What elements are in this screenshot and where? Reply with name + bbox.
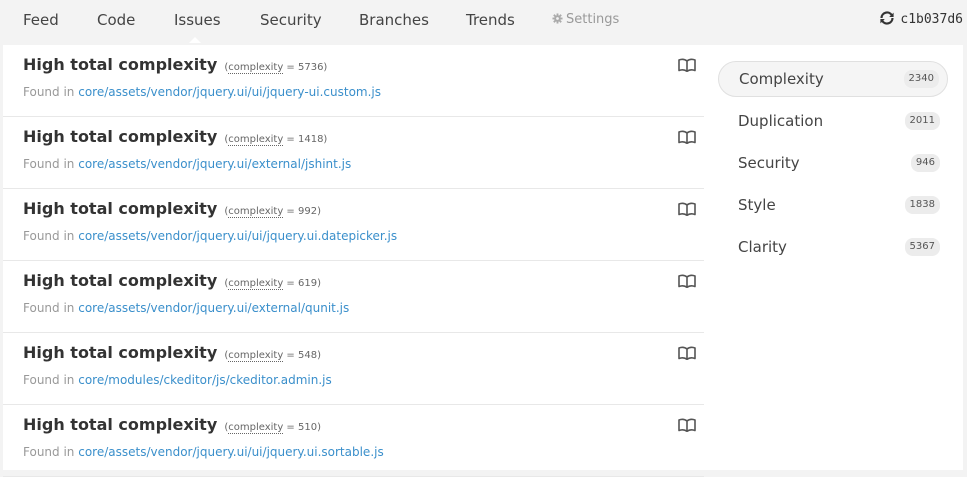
- issue-title: High total complexity (complexity = 1418…: [23, 127, 327, 146]
- category-sidebar: Complexity 2340 Duplication 2011 Securit…: [718, 61, 948, 271]
- count-badge: 946: [910, 154, 940, 172]
- issue-row[interactable]: High total complexity (complexity = 1418…: [3, 117, 704, 189]
- found-label: Found in: [23, 445, 79, 459]
- found-label: Found in: [23, 373, 79, 387]
- issue-row[interactable]: High total complexity (complexity = 510)…: [3, 405, 704, 477]
- count-badge: 2011: [904, 112, 940, 130]
- issue-row[interactable]: High total complexity (complexity = 619)…: [3, 261, 704, 333]
- issue-row[interactable]: High total complexity (complexity = 5736…: [3, 45, 704, 117]
- issue-location: Found in core/assets/vendor/jquery.ui/ui…: [23, 445, 384, 459]
- issue-location: Found in core/modules/ckeditor/js/ckedit…: [23, 373, 332, 387]
- issue-location: Found in core/assets/vendor/jquery.ui/ui…: [23, 85, 381, 99]
- nav-issues[interactable]: Issues: [174, 0, 221, 42]
- category-security[interactable]: Security 946: [718, 145, 948, 181]
- issue-title: High total complexity (complexity = 5736…: [23, 55, 327, 74]
- issue-name: High total complexity: [23, 271, 218, 290]
- metric-key: complexity: [228, 62, 284, 74]
- gear-icon: [552, 13, 563, 24]
- file-path-link[interactable]: core/assets/vendor/jquery.ui/external/qu…: [78, 301, 349, 315]
- count-badge: 1838: [904, 196, 940, 214]
- category-complexity[interactable]: Complexity 2340: [718, 61, 948, 97]
- issue-name: High total complexity: [23, 55, 218, 74]
- book-icon[interactable]: [678, 346, 696, 360]
- issue-name: High total complexity: [23, 199, 218, 218]
- nav-branches[interactable]: Branches: [359, 0, 429, 42]
- issue-title: High total complexity (complexity = 619): [23, 271, 321, 290]
- metric-key: complexity: [228, 134, 284, 146]
- issue-title: High total complexity (complexity = 548): [23, 343, 321, 362]
- category-label: Security: [738, 154, 800, 172]
- count-badge: 5367: [904, 238, 940, 256]
- metric-key: complexity: [228, 350, 284, 362]
- settings-label: Settings: [566, 12, 620, 27]
- issues-panel: High total complexity (complexity = 5736…: [3, 45, 963, 477]
- metric-value: = 548): [283, 350, 321, 361]
- nav-security[interactable]: Security: [260, 0, 322, 42]
- issue-title: High total complexity (complexity = 510): [23, 415, 321, 434]
- issue-metric: (complexity = 5736): [224, 62, 328, 74]
- metric-value: = 992): [283, 206, 321, 217]
- commit-selector[interactable]: c1b037d6: [879, 0, 963, 42]
- metric-key: complexity: [228, 206, 284, 218]
- book-icon[interactable]: [678, 202, 696, 216]
- category-duplication[interactable]: Duplication 2011: [718, 103, 948, 139]
- category-label: Style: [738, 196, 776, 214]
- found-label: Found in: [23, 157, 79, 171]
- category-label: Duplication: [738, 112, 824, 130]
- metric-value: = 619): [283, 278, 321, 289]
- found-label: Found in: [23, 85, 79, 99]
- issue-location: Found in core/assets/vendor/jquery.ui/ui…: [23, 229, 397, 243]
- nav-trends[interactable]: Trends: [466, 0, 515, 42]
- found-label: Found in: [23, 229, 79, 243]
- metric-key: complexity: [228, 278, 284, 290]
- metric-key: complexity: [228, 422, 284, 434]
- issue-location: Found in core/assets/vendor/jquery.ui/ex…: [23, 157, 351, 171]
- issue-metric: (complexity = 1418): [224, 134, 328, 146]
- category-clarity[interactable]: Clarity 5367: [718, 229, 948, 265]
- commit-hash: c1b037d6: [900, 12, 963, 27]
- category-label: Clarity: [738, 238, 787, 256]
- metric-value: = 5736): [283, 62, 328, 73]
- issue-metric: (complexity = 510): [224, 422, 321, 434]
- issue-location: Found in core/assets/vendor/jquery.ui/ex…: [23, 301, 349, 315]
- category-style[interactable]: Style 1838: [718, 187, 948, 223]
- issue-name: High total complexity: [23, 415, 218, 434]
- issue-name: High total complexity: [23, 127, 218, 146]
- issue-metric: (complexity = 548): [224, 350, 321, 362]
- book-icon[interactable]: [678, 130, 696, 144]
- issue-metric: (complexity = 619): [224, 278, 321, 290]
- active-tab-indicator: [189, 37, 201, 43]
- file-path-link[interactable]: core/assets/vendor/jquery.ui/ui/jquery.u…: [78, 229, 397, 243]
- issue-title: High total complexity (complexity = 992): [23, 199, 321, 218]
- count-badge: 2340: [903, 70, 939, 88]
- book-icon[interactable]: [678, 274, 696, 288]
- issue-metric: (complexity = 992): [224, 206, 321, 218]
- top-navigation: Feed Code Issues Security Branches Trend…: [0, 0, 967, 43]
- book-icon[interactable]: [678, 58, 696, 72]
- issue-row[interactable]: High total complexity (complexity = 548)…: [3, 333, 704, 405]
- sync-icon: [880, 11, 894, 25]
- file-path-link[interactable]: core/assets/vendor/jquery.ui/external/js…: [78, 157, 351, 171]
- nav-code[interactable]: Code: [97, 0, 135, 42]
- file-path-link[interactable]: core/modules/ckeditor/js/ckeditor.admin.…: [78, 373, 332, 387]
- file-path-link[interactable]: core/assets/vendor/jquery.ui/ui/jquery-u…: [78, 85, 381, 99]
- issue-row[interactable]: High total complexity (complexity = 992)…: [3, 189, 704, 261]
- nav-settings[interactable]: Settings: [552, 0, 619, 42]
- metric-value: = 510): [283, 422, 321, 433]
- found-label: Found in: [23, 301, 79, 315]
- category-label: Complexity: [739, 70, 824, 88]
- book-icon[interactable]: [678, 418, 696, 432]
- metric-value: = 1418): [283, 134, 328, 145]
- file-path-link[interactable]: core/assets/vendor/jquery.ui/ui/jquery.u…: [78, 445, 384, 459]
- nav-feed[interactable]: Feed: [23, 0, 59, 42]
- issue-list: High total complexity (complexity = 5736…: [3, 45, 704, 477]
- issue-name: High total complexity: [23, 343, 218, 362]
